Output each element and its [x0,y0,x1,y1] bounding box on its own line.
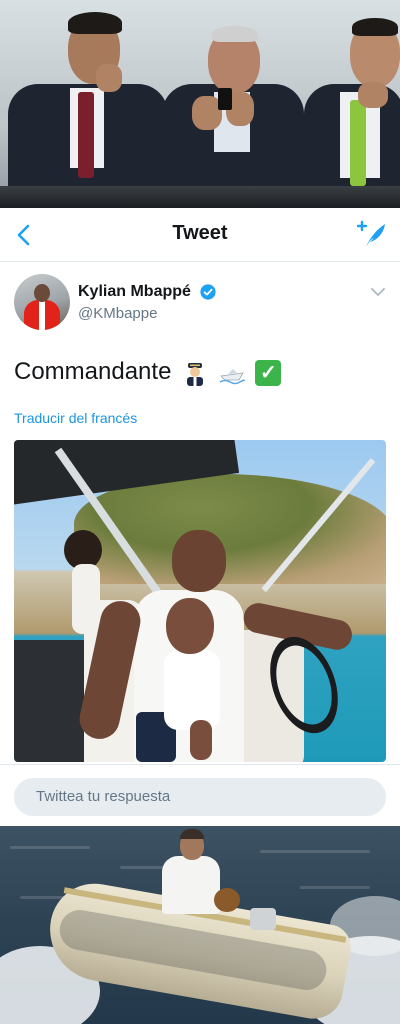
pilot-emoji-icon [182,360,208,386]
boat-motor [250,908,276,930]
compose-feather-icon [356,220,385,247]
bottom-photo-man-on-speedboat [0,826,400,1024]
photo-baby-shirt [164,650,220,730]
photo-child-body [72,564,100,634]
person-right-hand [358,82,388,108]
reply-input[interactable]: Twittea tu respuesta [14,778,386,816]
avatar-head [34,284,50,302]
person-left-hair [68,12,122,34]
boat-driver-shirt [162,856,220,914]
boat-dog [214,888,240,912]
chevron-down-icon[interactable] [370,286,386,298]
tweet-photo-boat[interactable] [14,440,386,762]
translate-link[interactable]: Traducir del francés [14,410,137,426]
photo-baby-leg [190,720,212,760]
check-mark-emoji-icon: ✓ [255,359,282,386]
water-ripple [260,850,370,853]
tweet-text-content: Commandante [14,358,172,385]
top-photo-executives-in-stadium-box [0,0,400,208]
tweet-screenshot: Tweet Kylian Mbappé @KMbappe Commandante [0,208,400,826]
tweet-text: Commandante ✓ [14,358,282,386]
nav-bar: Tweet [0,208,400,262]
speedboat-emoji-icon [219,360,245,386]
water-ripple [10,846,90,849]
tweet-author[interactable]: Kylian Mbappé @KMbappe [14,274,386,334]
water-ripple [300,886,370,889]
person-center-phone [218,88,232,110]
photo-man-head [172,530,226,592]
avatar-jersey-stripe [39,300,45,330]
author-name[interactable]: Kylian Mbappé [78,283,191,301]
verified-badge-icon [200,284,216,300]
person-right-tie [350,100,366,186]
photo-baby-head [166,598,214,654]
page-title: Tweet [172,222,228,244]
box-railing [0,186,400,208]
boat-driver-hair [180,829,204,839]
avatar[interactable] [14,274,70,330]
photo-hillside [74,474,386,584]
compose-tweet-button[interactable] [354,220,388,250]
person-left-hand [96,64,122,92]
reply-bar: Twittea tu respuesta [0,764,400,826]
person-left-tie [78,92,94,178]
person-right-hair [352,18,398,36]
person-center-hair [212,26,258,42]
author-handle[interactable]: @KMbappe [78,305,157,322]
